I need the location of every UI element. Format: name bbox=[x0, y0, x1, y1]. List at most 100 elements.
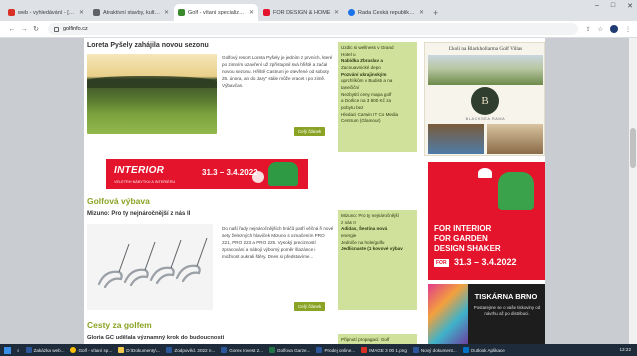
sidebar-link[interactable]: tanečiční bbox=[341, 85, 414, 92]
sidebar-link[interactable]: Nabídka Zbraslav a bbox=[341, 58, 414, 65]
golf-irons-illustration bbox=[97, 237, 208, 289]
page-viewport: Loreta Pyšely zahájila novou sezonu Golf… bbox=[0, 38, 637, 344]
taskbar-item[interactable]: Gorex Invest 2... bbox=[221, 347, 263, 353]
new-tab-button[interactable]: + bbox=[433, 8, 438, 18]
sidebar-link[interactable]: Jedlicnaste (1 kovové výbav bbox=[341, 246, 414, 253]
taskbar-item[interactable]: D:\Dokumenty\... bbox=[118, 347, 160, 353]
tab-close-icon[interactable]: ✕ bbox=[164, 9, 169, 16]
interior-fair-banner[interactable]: INTERIOR 31.3 – 3.4.2022 VELETRH NÁBYTKU… bbox=[106, 159, 308, 189]
sidebar-link[interactable]: Hotel u bbox=[341, 52, 414, 59]
armchair-shape bbox=[268, 162, 298, 186]
lock-icon bbox=[54, 26, 59, 32]
close-window-button[interactable]: ✕ bbox=[627, 2, 633, 10]
taskbar-item[interactable]: Prodej online... bbox=[316, 347, 355, 353]
scrollbar-thumb[interactable] bbox=[630, 128, 636, 168]
browser-tab[interactable]: web - vyhledávání - [ABF] ✕ bbox=[4, 4, 88, 21]
page-scrollbar[interactable] bbox=[629, 38, 637, 344]
back-arrow-icon[interactable]: ← bbox=[6, 26, 18, 33]
sidebar-equipment-box: Mizuno: Pro ty nejnáročnější z nás II Ad… bbox=[338, 210, 417, 310]
tab-favicon-icon bbox=[263, 9, 270, 16]
profile-avatar[interactable] bbox=[610, 25, 618, 33]
taskbar-item[interactable]: Zakázka web... bbox=[25, 347, 64, 353]
vybava-article-title[interactable]: Mizuno: Pro ty nejnáročnější z nás II bbox=[87, 211, 190, 217]
sidebar-link[interactable]: Mizuno: Pro ty nejnáročnější bbox=[341, 213, 414, 220]
tab-close-icon[interactable]: ✕ bbox=[419, 9, 424, 16]
sidebar-link[interactable]: Uzdic si wellness v Grand bbox=[341, 45, 414, 52]
feature-article-photo[interactable] bbox=[87, 54, 217, 134]
address-bar[interactable]: golfinfo.cz bbox=[48, 23, 578, 35]
cesty-article-title[interactable]: Gloria GC udělala významný krok do budou… bbox=[87, 335, 224, 341]
lamp-shade-shape bbox=[478, 168, 492, 178]
sidebar-link[interactable]: Hledaci Carwin IT Co Media bbox=[341, 112, 414, 119]
tiskarna-ad[interactable]: TISKÁRNA BRNO Postarejme se o vaše tisko… bbox=[428, 284, 545, 344]
app-icon bbox=[316, 347, 323, 353]
taskbar-clock[interactable]: 13:22 bbox=[620, 347, 632, 352]
sidebar-link[interactable]: Adidas, Šestina nová bbox=[341, 226, 414, 233]
share-icon[interactable]: ⇪ bbox=[586, 26, 591, 33]
toolbar-icons: ⇪ ☆ ⋮ bbox=[586, 25, 631, 33]
tab-close-icon[interactable]: ✕ bbox=[79, 9, 84, 16]
browser-tab[interactable]: Atraktivní stavby, kulturní r... ✕ bbox=[89, 4, 173, 21]
taskbar-item-label: D:\Dokumenty\... bbox=[126, 347, 161, 353]
menu-kebab-icon[interactable]: ⋮ bbox=[625, 26, 631, 33]
browser-toolbar: ← → ↻ golfinfo.cz ⇪ ☆ ⋮ bbox=[0, 21, 637, 38]
golf-irons-photo[interactable] bbox=[87, 224, 213, 310]
browser-tab-active[interactable]: Golf - vítaní specializovaní... ✕ bbox=[174, 4, 258, 21]
app-icon bbox=[412, 347, 419, 353]
tab-favicon-icon bbox=[178, 9, 185, 16]
taskbar-item[interactable]: Golfova Garze... bbox=[268, 347, 311, 353]
vybava-read-more-button[interactable]: Celý článek bbox=[294, 302, 326, 311]
sidebar-news-box: Uzdic si wellness v Grand Hotel u Nabídk… bbox=[338, 42, 417, 152]
minimize-button[interactable]: – bbox=[595, 2, 599, 10]
interior-ad-dates: 31.3 – 3.4.2022 bbox=[454, 257, 517, 267]
url-text: golfinfo.cz bbox=[63, 26, 88, 32]
taskbar-item[interactable]: Nový dokument... bbox=[412, 347, 457, 353]
sidebar-link[interactable]: pobytu bez bbox=[341, 105, 414, 112]
tab-title: Golf - vítaní specializovaní... bbox=[188, 9, 247, 16]
app-icon bbox=[166, 347, 173, 353]
sidebar-travel-box: Připnutí propagaci: Golf bbox=[338, 334, 417, 344]
lamp-shape bbox=[252, 171, 264, 183]
feature-read-more-button[interactable]: Celý článek bbox=[294, 127, 326, 136]
reload-icon[interactable]: ↻ bbox=[30, 25, 42, 33]
feature-article-title[interactable]: Loreta Pyšely zahájila novou sezonu bbox=[87, 42, 209, 49]
app-icon bbox=[268, 347, 275, 353]
sidebar-link[interactable]: Připnutí propagaci: Golf bbox=[341, 337, 414, 344]
tab-favicon-icon bbox=[93, 9, 100, 16]
taskbar-item-label: Golfova Garze... bbox=[276, 347, 311, 353]
maximize-button[interactable]: □ bbox=[611, 2, 615, 10]
interior-ad-line-2: FOR GARDEN bbox=[434, 234, 488, 243]
sidebar-link[interactable]: uprchlíkům v Budisti a na bbox=[341, 78, 414, 85]
colorful-face-art bbox=[428, 284, 468, 344]
app-icon bbox=[25, 347, 32, 353]
taskbar-item[interactable]: IMAGE 3 00 1.png bbox=[361, 347, 407, 353]
interior-garden-ad[interactable]: FOR INTERIOR FOR GARDEN DESIGN SHAKER FO… bbox=[428, 162, 545, 280]
sidebar-link[interactable]: Jedniče na hole/golfu bbox=[341, 240, 414, 247]
windows-start-icon[interactable] bbox=[4, 346, 11, 354]
sidebar-link[interactable]: a Dorlice na 3 800 Kč za bbox=[341, 98, 414, 105]
section-heading-cesty[interactable]: Cesty za golfem bbox=[87, 320, 152, 330]
browser-tab[interactable]: FOR DESIGN & HOME ✕ bbox=[259, 4, 343, 21]
app-icon bbox=[221, 347, 228, 353]
resort-ad[interactable]: Ľkolí na Blackhollarma Golf Villas B BLA… bbox=[424, 42, 545, 156]
chrome-icon bbox=[70, 347, 77, 353]
forward-arrow-icon[interactable]: → bbox=[18, 26, 30, 33]
browser-tab[interactable]: Řada Česká republika | Bez... ✕ bbox=[344, 4, 428, 21]
sidebar-link[interactable]: Zacnuavnické depo bbox=[341, 65, 414, 72]
bookmark-star-icon[interactable]: ☆ bbox=[598, 26, 603, 33]
interior-ad-logo: FOR bbox=[434, 259, 449, 267]
tiskarna-ad-text: Postarejme se o vaše tiskoviny od návrhu… bbox=[473, 305, 541, 317]
tab-close-icon[interactable]: ✕ bbox=[334, 9, 339, 16]
tab-close-icon[interactable]: ✕ bbox=[249, 9, 254, 16]
search-icon[interactable]: ⌕ bbox=[17, 348, 20, 353]
taskbar-item[interactable]: Golf - vítaní sp... bbox=[70, 347, 112, 353]
taskbar-item-label: Prodej online... bbox=[324, 347, 356, 353]
taskbar-item[interactable]: Zodpověd. 2022 n... bbox=[166, 347, 215, 353]
sidebar-link[interactable]: Centrum (Glamour) bbox=[341, 118, 414, 125]
taskbar-item[interactable]: Outlook Aplikace bbox=[462, 347, 505, 353]
sidebar-link[interactable]: energie bbox=[341, 233, 414, 240]
sidebar-link[interactable]: Nezbytití ceny mapa golf bbox=[341, 92, 414, 99]
section-heading-vybava[interactable]: Golfová výbava bbox=[87, 196, 150, 206]
taskbar-item-label: Nový dokument... bbox=[420, 347, 457, 353]
resort-ad-caption: BLACKSEA RAMA bbox=[465, 117, 506, 121]
